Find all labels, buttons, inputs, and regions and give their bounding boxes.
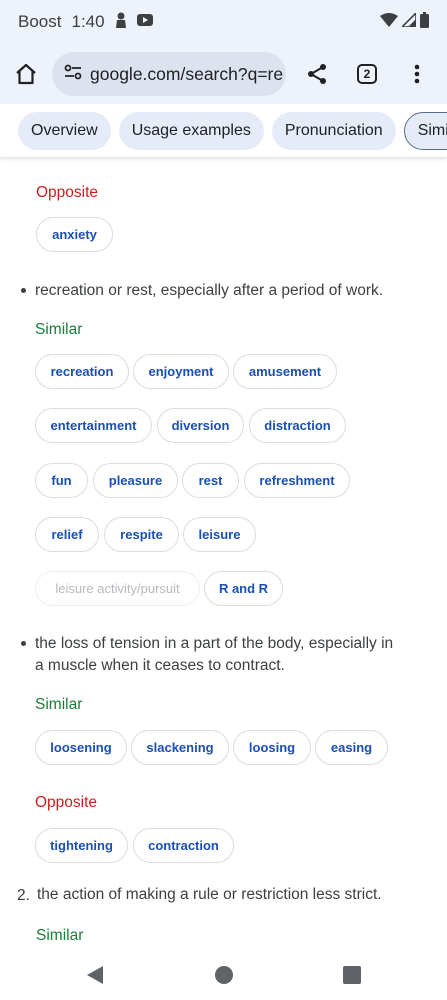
synonym-chip[interactable]: loosening — [35, 730, 127, 765]
definition-text: the action of making a rule or restricti… — [37, 886, 382, 903]
share-button[interactable] — [292, 48, 342, 100]
more-vert-icon — [414, 64, 420, 84]
youtube-notification-icon — [136, 12, 153, 32]
clock: 1:40 — [71, 12, 105, 31]
address-bar[interactable]: google.com/search?q=re — [52, 52, 286, 96]
bullet — [21, 288, 26, 293]
tab-usage-examples[interactable]: Usage examples — [118, 111, 264, 150]
wifi-icon — [380, 12, 398, 32]
sense-number: 2. — [17, 887, 30, 904]
battery-icon — [420, 11, 429, 33]
share-icon — [308, 64, 326, 84]
synonym-chip-disabled: leisure activity/pursuit — [35, 571, 200, 606]
home-button[interactable] — [0, 48, 52, 100]
definition-text-line2: a muscle when it ceases to contract. — [35, 657, 285, 674]
similar-label: Similar — [35, 696, 83, 713]
section-tabs: Overview Usage examples Pronunciation Si… — [0, 104, 447, 158]
synonym-chip[interactable]: refreshment — [244, 463, 350, 498]
browser-toolbar: google.com/search?q=re 2 — [0, 44, 447, 104]
home-icon — [16, 63, 36, 85]
synonym-chip[interactable]: rest — [182, 463, 239, 498]
synonym-chip[interactable]: pleasure — [93, 463, 178, 498]
system-nav-bar — [0, 950, 447, 1000]
tab-overview[interactable]: Overview — [18, 111, 111, 150]
home-nav-icon[interactable] — [214, 965, 234, 985]
synonym-chip[interactable]: diversion — [157, 408, 244, 443]
signal-icon — [400, 10, 417, 32]
carrier-label: Boost — [18, 12, 62, 31]
synonym-chip[interactable]: relief — [35, 517, 99, 552]
synonym-chip[interactable]: fun — [35, 463, 88, 498]
overflow-menu-button[interactable] — [392, 48, 442, 100]
back-icon[interactable] — [86, 965, 104, 985]
notification-person-icon — [115, 12, 127, 33]
tab-count: 2 — [357, 64, 377, 84]
similar-label: Similar — [35, 321, 83, 338]
definition-text-line1: the loss of tension in a part of the bod… — [35, 635, 394, 652]
tab-switcher-button[interactable]: 2 — [342, 48, 392, 100]
synonym-chip[interactable]: leisure — [183, 517, 256, 552]
tab-pronunciation[interactable]: Pronunciation — [271, 111, 396, 150]
antonym-chip[interactable]: contraction — [133, 828, 234, 863]
antonym-chip[interactable]: anxiety — [36, 217, 113, 252]
tab-similar[interactable]: Simila — [403, 111, 447, 150]
synonym-chip[interactable]: respite — [104, 517, 179, 552]
url-text: google.com/search?q=re — [90, 63, 284, 84]
synonym-chip[interactable]: easing — [315, 730, 388, 765]
opposite-label: Opposite — [36, 184, 99, 201]
synonym-chip[interactable]: R and R — [204, 571, 283, 606]
synonym-chip[interactable]: amusement — [233, 354, 337, 389]
synonym-chip[interactable]: entertainment — [35, 408, 152, 443]
similar-label: Similar — [36, 927, 84, 944]
antonym-chip[interactable]: tightening — [35, 828, 128, 863]
site-settings-icon[interactable] — [64, 64, 82, 85]
synonym-chip[interactable]: enjoyment — [133, 354, 229, 389]
synonym-chip[interactable]: loosing — [233, 730, 311, 765]
synonym-chip[interactable]: slackening — [131, 730, 229, 765]
synonym-chip[interactable]: recreation — [35, 354, 129, 389]
definition-text: recreation or rest, especially after a p… — [35, 282, 384, 299]
recents-icon[interactable] — [343, 966, 361, 984]
bullet — [21, 641, 26, 646]
status-bar: Boost 1:40 — [0, 0, 447, 44]
opposite-label: Opposite — [35, 794, 98, 811]
synonym-chip[interactable]: distraction — [249, 408, 346, 443]
